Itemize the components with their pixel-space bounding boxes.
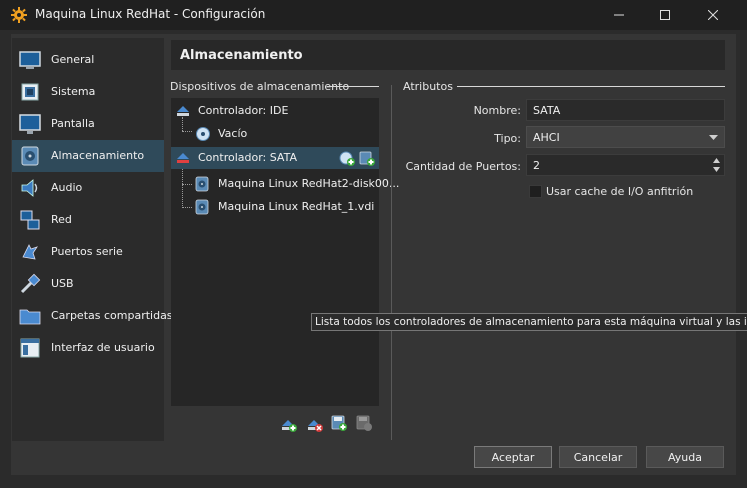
accept-button[interactable]: Aceptar — [474, 446, 552, 468]
app-gear-icon — [11, 7, 27, 23]
sidebar-item-shared-folders[interactable]: Carpetas compartidas — [12, 300, 173, 332]
attributes-section-label: Atributos — [403, 80, 453, 93]
hard-disk-icon — [195, 176, 209, 192]
sidebar-item-general[interactable]: General — [12, 44, 164, 76]
maximize-button[interactable] — [642, 0, 688, 30]
tree-item-disk-1[interactable]: Maquina Linux RedHat2-disk00... — [171, 173, 399, 195]
close-icon — [708, 10, 718, 20]
sidebar-item-user-interface[interactable]: Interfaz de usuario — [12, 332, 164, 364]
ports-spinbox[interactable]: 2 — [526, 154, 725, 176]
devices-section-label: Dispositivos de almacenamiento — [170, 80, 350, 93]
tooltip: Lista todos los controladores de almacen… — [311, 313, 747, 331]
sidebar-item-label: Red — [51, 213, 72, 226]
name-label: Nombre: — [473, 104, 521, 117]
cancel-button[interactable]: Cancelar — [559, 446, 637, 468]
spin-down-icon[interactable] — [713, 167, 720, 172]
tree-item-ide-controller[interactable]: Controlador: IDE — [171, 100, 379, 122]
shared-folder-icon — [19, 309, 41, 325]
audio-icon — [21, 179, 38, 197]
controller-icon — [177, 153, 189, 163]
usb-icon — [20, 273, 41, 294]
attributes-section-divider — [457, 86, 725, 87]
name-field[interactable]: SATA — [526, 99, 725, 121]
page-title: Almacenamiento — [180, 48, 303, 63]
sidebar-item-label: Almacenamiento — [51, 149, 145, 162]
tree-item-label: Maquina Linux RedHat_1.vdi — [218, 200, 375, 213]
add-hard-disk-icon[interactable] — [359, 150, 375, 166]
tree-item-label: Vacío — [218, 127, 248, 140]
page-header: Almacenamiento — [171, 40, 725, 70]
ports-value: 2 — [533, 158, 540, 172]
optical-disc-icon — [196, 127, 210, 141]
serial-port-icon — [22, 244, 38, 260]
type-label: Tipo: — [494, 132, 521, 145]
minimize-button[interactable] — [596, 0, 642, 30]
minimize-icon — [614, 14, 624, 16]
type-value: AHCI — [533, 130, 560, 144]
storage-tree[interactable]: Controlador: IDE Vacío Controlador: SATA — [171, 98, 399, 406]
storage-icon — [21, 146, 39, 166]
settings-dialog: General Sistema Pantalla Almacenamiento … — [11, 34, 736, 475]
window-title: Maquina Linux RedHat - Configuración — [35, 7, 266, 21]
title-bar[interactable]: Maquina Linux RedHat - Configuración — [0, 0, 747, 30]
display-icon — [19, 114, 41, 134]
sidebar-item-audio[interactable]: Audio — [12, 172, 164, 204]
close-button[interactable] — [690, 0, 736, 30]
panel-divider — [391, 85, 392, 440]
tree-item-empty-optical[interactable]: Vacío — [171, 123, 379, 145]
spin-up-icon[interactable] — [713, 158, 720, 163]
network-icon — [20, 210, 40, 230]
host-io-cache-label: Usar cache de I/O anfitrión — [546, 185, 694, 198]
controller-icon — [177, 106, 189, 116]
sidebar-item-label: General — [51, 53, 95, 66]
sidebar-item-label: Carpetas compartidas — [51, 309, 173, 322]
maximize-icon — [660, 10, 670, 20]
chevron-down-icon — [709, 135, 718, 140]
settings-sidebar: General Sistema Pantalla Almacenamiento … — [12, 38, 173, 441]
ports-label: Cantidad de Puertos: — [405, 160, 521, 173]
remove-controller-icon[interactable] — [307, 417, 323, 433]
tree-item-sata-controller[interactable]: Controlador: SATA — [171, 147, 379, 169]
sidebar-item-label: Puertos serie — [51, 245, 123, 258]
tree-item-label: Controlador: IDE — [198, 104, 289, 117]
sidebar-item-usb[interactable]: USB — [12, 268, 164, 300]
sidebar-item-display[interactable]: Pantalla — [12, 108, 164, 140]
hard-disk-icon — [195, 199, 209, 215]
add-attachment-icon[interactable] — [331, 415, 347, 431]
remove-attachment-icon[interactable] — [356, 415, 372, 431]
sidebar-item-label: Sistema — [51, 85, 96, 98]
type-select[interactable]: AHCI — [526, 126, 725, 148]
sidebar-item-label: USB — [51, 277, 74, 290]
sidebar-item-system[interactable]: Sistema — [12, 76, 164, 108]
host-io-cache-checkbox[interactable] — [529, 185, 542, 198]
add-optical-drive-icon[interactable] — [339, 150, 355, 166]
tree-item-label: Maquina Linux RedHat2-disk00... — [218, 177, 400, 190]
tree-item-label: Controlador: SATA — [198, 151, 297, 164]
name-value: SATA — [533, 103, 561, 117]
sidebar-item-network[interactable]: Red — [12, 204, 164, 236]
help-button[interactable]: Ayuda — [646, 446, 724, 468]
tree-item-disk-2[interactable]: Maquina Linux RedHat_1.vdi — [171, 196, 379, 218]
general-icon — [19, 51, 41, 69]
sidebar-item-storage[interactable]: Almacenamiento — [12, 140, 164, 172]
sidebar-item-label: Interfaz de usuario — [51, 341, 155, 354]
devices-section-divider — [327, 86, 379, 87]
sidebar-item-label: Pantalla — [51, 117, 95, 130]
sidebar-item-serial-ports[interactable]: Puertos serie — [12, 236, 164, 268]
user-interface-icon — [20, 338, 40, 358]
add-controller-icon[interactable] — [281, 417, 297, 433]
system-icon — [21, 83, 39, 101]
sidebar-item-label: Audio — [51, 181, 83, 194]
